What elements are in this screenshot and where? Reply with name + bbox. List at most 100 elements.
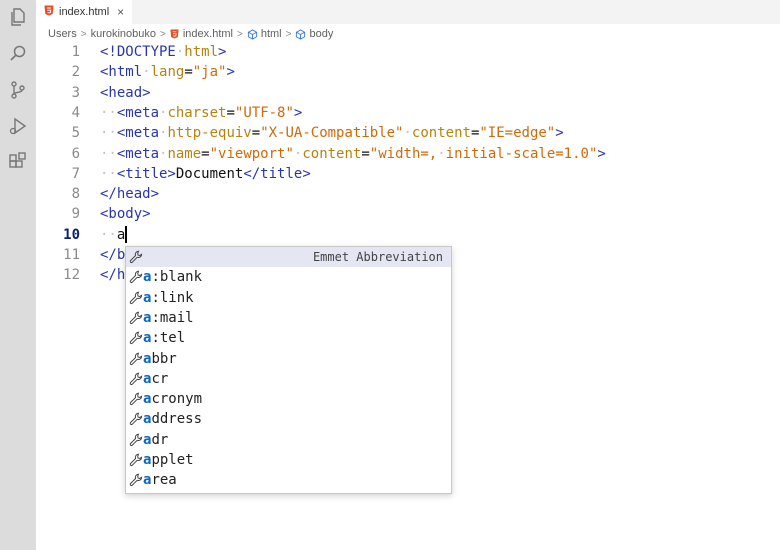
suggestion-rest: ddress (151, 411, 203, 428)
suggestion-rest: :blank (151, 269, 203, 286)
symbol-cube-icon (247, 28, 258, 40)
code-text: </h (100, 265, 125, 285)
suggestion-rest: cronym (151, 391, 203, 408)
indent-whitespace: ·· (100, 125, 117, 142)
close-icon[interactable]: × (117, 5, 124, 19)
wrench-icon (129, 311, 143, 325)
code-text: ··<meta·name="viewport"·content="width=,… (100, 144, 606, 164)
suggestion-item[interactable]: a:mail (126, 308, 451, 328)
wrench-icon (129, 453, 143, 467)
suggestion-rest: cr (151, 370, 169, 387)
code-token: <title> (116, 165, 176, 182)
activity-bar (0, 0, 36, 550)
breadcrumb-item-html[interactable]: html (261, 28, 282, 40)
suggestion-detail: Emmet Abbreviation (312, 250, 443, 264)
code-token: <meta (116, 145, 160, 162)
code-token: > (226, 64, 235, 81)
line-number: 5 (71, 125, 80, 142)
wrench-icon (129, 331, 143, 345)
suggestion-item[interactable]: acr (126, 369, 451, 389)
line-number: 6 (71, 145, 80, 162)
code-text: </head> (100, 184, 159, 204)
source-control-icon[interactable] (6, 78, 30, 102)
search-icon[interactable] (6, 42, 30, 66)
code-line[interactable]: 5 ··<meta·http-equiv="X-UA-Compatible"·co… (36, 123, 780, 143)
code-token: · (142, 64, 151, 81)
code-text: ··<meta·http-equiv="X-UA-Compatible"·con… (100, 123, 564, 143)
suggestion-item[interactable]: a:link (126, 288, 451, 308)
tab-index-html[interactable]: index.html × (36, 0, 132, 24)
suggestion-rest: dr (151, 431, 169, 448)
extensions-icon[interactable] (6, 150, 30, 174)
code-token: "width=, (369, 145, 438, 162)
suggestion-item[interactable]: a:tel (126, 328, 451, 348)
suggestion-item[interactable]: acronym (126, 389, 451, 409)
indent-whitespace: ·· (100, 165, 117, 182)
code-line[interactable]: 9 <body> (36, 204, 780, 224)
code-token: </head> (100, 186, 160, 203)
suggestion-rest: rea (151, 472, 177, 489)
code-token: = (226, 104, 235, 121)
suggestion-label: a:mail (143, 308, 194, 328)
code-token: "X-UA-Compatible" (260, 125, 404, 142)
files-icon[interactable] (6, 5, 30, 29)
code-line[interactable]: 10 ··a (36, 225, 780, 245)
suggestion-item[interactable]: adr (126, 430, 451, 450)
tab-label: index.html (59, 6, 110, 18)
wrench-icon (129, 372, 143, 386)
wrench-icon (129, 433, 143, 447)
line-number: 7 (71, 165, 80, 182)
tab-bar: index.html × (36, 0, 780, 24)
code-text: <html·lang="ja"> (100, 62, 235, 82)
code-line[interactable]: 4 ··<meta·charset="UTF-8"> (36, 103, 780, 123)
code-token: html (184, 44, 219, 60)
suggestion-label: a:link (143, 288, 194, 308)
line-number: 11 (63, 247, 80, 263)
code-text: <head> (100, 83, 151, 103)
code-line[interactable]: 7 ··<title>Document</title> (36, 164, 780, 184)
code-token: <html (100, 64, 143, 81)
code-line[interactable]: 6 ··<meta·name="viewport"·content="width=… (36, 144, 780, 164)
code-token: http-equiv (167, 125, 252, 142)
suggestion-item[interactable]: applet (126, 450, 451, 470)
html5-file-icon (170, 29, 179, 39)
code-token: </title> (243, 165, 311, 182)
code-token: "UTF-8" (234, 104, 294, 121)
suggestion-label: abbr (143, 349, 177, 369)
suggestion-item[interactable]: a:blank (126, 267, 451, 287)
code-token: <meta (116, 104, 160, 121)
code-token: > (555, 125, 564, 142)
code-text: ··<meta·charset="UTF-8"> (100, 103, 302, 123)
wrench-icon (129, 352, 143, 366)
wrench-icon (129, 412, 143, 426)
code-line[interactable]: 3 <head> (36, 83, 780, 103)
suggestion-label: adr (143, 430, 168, 450)
code-line[interactable]: 1 <!DOCTYPE·html> (36, 42, 780, 62)
code-line[interactable]: 8 </head> (36, 184, 780, 204)
html5-file-icon (44, 5, 54, 19)
suggestion-item[interactable]: area (126, 470, 451, 490)
code-text: <!DOCTYPE·html> (100, 42, 226, 62)
code-text: <body> (100, 204, 151, 224)
code-token: · (437, 145, 446, 162)
chevron-right-icon: > (160, 28, 166, 40)
line-number: 2 (71, 64, 80, 81)
suggestion-item[interactable]: address (126, 409, 451, 429)
breadcrumb-item-user[interactable]: kurokinobuko (91, 28, 156, 40)
code-token: content (411, 125, 471, 142)
suggestion-item-selected[interactable]: Emmet Abbreviation (126, 247, 451, 267)
suggestion-label: acronym (143, 389, 202, 409)
code-token: = (361, 145, 370, 162)
breadcrumb-item-users[interactable]: Users (48, 28, 77, 40)
text-cursor (125, 226, 127, 244)
breadcrumb-item-file[interactable]: index.html (183, 28, 233, 40)
breadcrumb-item-body[interactable]: body (309, 28, 333, 40)
line-number: 9 (71, 206, 80, 223)
suggestion-item[interactable]: abbr (126, 349, 451, 369)
run-debug-icon[interactable] (6, 114, 30, 138)
line-number: 3 (71, 84, 80, 101)
code-line[interactable]: 2 <html·lang="ja"> (36, 62, 780, 82)
code-token: <head> (100, 84, 151, 101)
symbol-cube-icon (295, 28, 306, 40)
suggestion-label: area (143, 470, 177, 490)
